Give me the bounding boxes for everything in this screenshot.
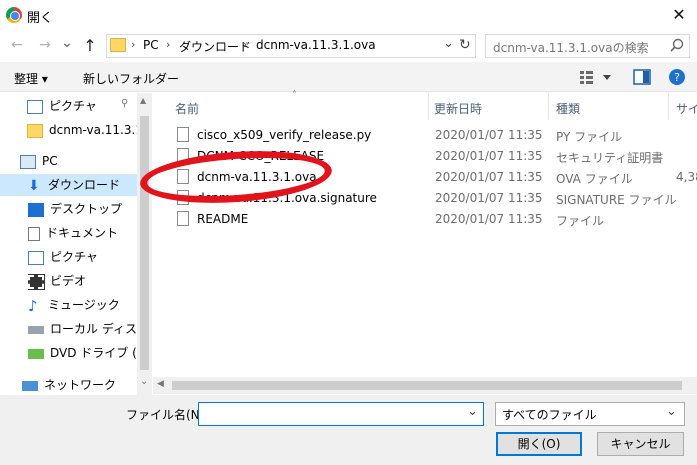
filename-dropdown-icon[interactable]: ⌄ (467, 404, 478, 419)
file-type: PY ファイル (556, 130, 623, 144)
column-header-name[interactable]: 名前 (175, 100, 199, 117)
cancel-button[interactable]: キャンセル (597, 432, 684, 456)
dvd-drive-icon (28, 348, 44, 359)
file-type-filter-value: すべてのファイル (502, 408, 597, 422)
pictures-icon (27, 99, 43, 114)
sidebar-item-label: DVD ドライブ (D:) (50, 346, 136, 360)
sidebar-item-desktop[interactable]: デスクトップ (28, 198, 136, 220)
file-type: ファイル (556, 214, 605, 228)
sidebar-item-pictures-quick[interactable]: ピクチャ (27, 95, 135, 117)
folder-icon (110, 38, 126, 52)
sidebar-item-label: ピクチャ (49, 99, 97, 113)
sidebar-item-label: ドキュメント (46, 226, 119, 240)
column-header-date[interactable]: 更新日時 (434, 100, 482, 117)
breadcrumb-downloads[interactable]: ダウンロード (179, 38, 251, 55)
video-icon (28, 273, 45, 290)
file-type: OVA ファイル (556, 172, 633, 186)
refresh-icon[interactable]: ↻ (459, 37, 471, 53)
pictures-icon (28, 250, 44, 265)
sort-indicator-icon: ˄ (292, 90, 297, 101)
folder-icon (27, 123, 43, 138)
breadcrumb-folder[interactable]: dcnm-va.11.3.1.ova (256, 38, 376, 52)
sidebar-item-pc[interactable]: PC (20, 150, 135, 172)
forward-button[interactable]: → (36, 37, 54, 53)
new-folder-button[interactable]: 新しいフォルダー (83, 70, 179, 87)
title-bar (0, 0, 697, 30)
organize-button[interactable]: 整理 ▾ (14, 70, 48, 87)
sidebar-item-local-disk[interactable]: ローカル ディスク (C (28, 318, 136, 340)
breadcrumb-separator: › (131, 38, 136, 51)
file-date: 2020/01/07 11:35 (435, 191, 543, 205)
sidebar-scroll-thumb[interactable] (140, 116, 149, 370)
file-date: 2020/01/07 11:35 (435, 149, 543, 163)
sidebar-item-folder[interactable]: dcnm-va.11.3.1.o (27, 119, 137, 141)
sidebar-item-documents[interactable]: ドキュメント (28, 222, 136, 244)
sidebar-item-label: dcnm-va.11.3.1.o (49, 123, 137, 137)
svg-text:?: ? (674, 71, 680, 84)
sidebar-item-label: ピクチャ (50, 250, 98, 264)
window-title: 開く (27, 11, 54, 26)
column-divider[interactable] (548, 94, 549, 120)
search-icon[interactable] (668, 37, 686, 55)
document-icon (28, 226, 40, 241)
scroll-left-icon[interactable]: ◀ (157, 379, 164, 389)
help-icon[interactable]: ? (668, 68, 686, 86)
recent-locations-dropdown[interactable]: ⌄ (60, 35, 74, 51)
breadcrumb-separator: › (166, 38, 171, 51)
breadcrumb-pc[interactable]: PC (143, 38, 159, 52)
filename-label: ファイル名(N): (126, 408, 209, 422)
sidebar-item-label: デスクトップ (50, 202, 123, 216)
column-header-type[interactable]: 種類 (556, 100, 580, 117)
drive-icon (28, 325, 44, 334)
file-date: 2020/01/07 11:35 (435, 128, 543, 142)
file-size: 4,38 (676, 170, 697, 184)
search-placeholder: dcnm-va.11.3.1.ovaの検索 (493, 41, 649, 55)
file-type: SIGNATURE ファイル (556, 193, 677, 207)
file-name[interactable]: cisco_x509_verify_release.py (197, 128, 371, 142)
breadcrumb-separator: › (243, 38, 248, 51)
sidebar-item-label: PC (42, 154, 58, 168)
column-divider[interactable] (428, 94, 429, 120)
scroll-down-icon[interactable]: ⌄ (140, 376, 148, 387)
file-icon (177, 211, 189, 226)
back-button[interactable]: ← (8, 37, 26, 53)
scroll-up-icon[interactable]: ▲ (140, 96, 146, 105)
file-name[interactable]: README (197, 212, 248, 226)
file-date: 2020/01/07 11:35 (435, 212, 543, 226)
sidebar-item-label: ビデオ (50, 274, 87, 288)
computer-icon (20, 154, 36, 169)
sidebar-item-label: ネットワーク (44, 378, 117, 392)
download-arrow-icon: ⬇ (28, 177, 40, 194)
filter-dropdown-icon[interactable]: ⌄ (666, 404, 677, 419)
sidebar-item-label: ミュージック (48, 298, 120, 312)
sidebar-item-music[interactable]: ♪ ミュージック (28, 294, 136, 316)
sidebar-item-network[interactable]: ネットワーク (22, 374, 136, 396)
column-header-size[interactable]: サイズ (676, 100, 697, 117)
open-button[interactable]: 開く(O) (496, 432, 582, 456)
sidebar-item-downloads[interactable]: ⬇ ダウンロード (0, 174, 137, 196)
network-icon (22, 380, 38, 391)
up-button[interactable]: ↑ (81, 36, 99, 55)
close-button[interactable]: ✕ (664, 2, 694, 28)
sidebar-item-label: ローカル ディスク (C (50, 322, 136, 336)
preview-pane-icon[interactable] (633, 69, 651, 85)
file-type-filter[interactable]: すべてのファイル (495, 402, 685, 426)
sidebar-item-dvd[interactable]: DVD ドライブ (D:) (28, 342, 136, 364)
sidebar-item-videos[interactable]: ビデオ (28, 270, 136, 292)
column-divider[interactable] (668, 94, 669, 120)
pin-icon: ⚲ (121, 98, 129, 109)
music-icon: ♪ (28, 296, 38, 315)
view-options-icon[interactable] (579, 69, 615, 85)
chrome-icon (6, 7, 22, 23)
horizontal-scroll-thumb[interactable] (172, 381, 682, 390)
file-type: セキュリティ証明書 (556, 151, 664, 165)
desktop-icon (28, 202, 44, 217)
sidebar-item-label: ダウンロード (48, 178, 121, 192)
address-dropdown-icon[interactable]: ⌄ (443, 36, 454, 51)
file-date: 2020/01/07 11:35 (435, 170, 543, 184)
file-icon (177, 127, 189, 142)
filename-input[interactable] (198, 402, 484, 426)
sidebar-item-pictures[interactable]: ピクチャ (28, 246, 136, 268)
